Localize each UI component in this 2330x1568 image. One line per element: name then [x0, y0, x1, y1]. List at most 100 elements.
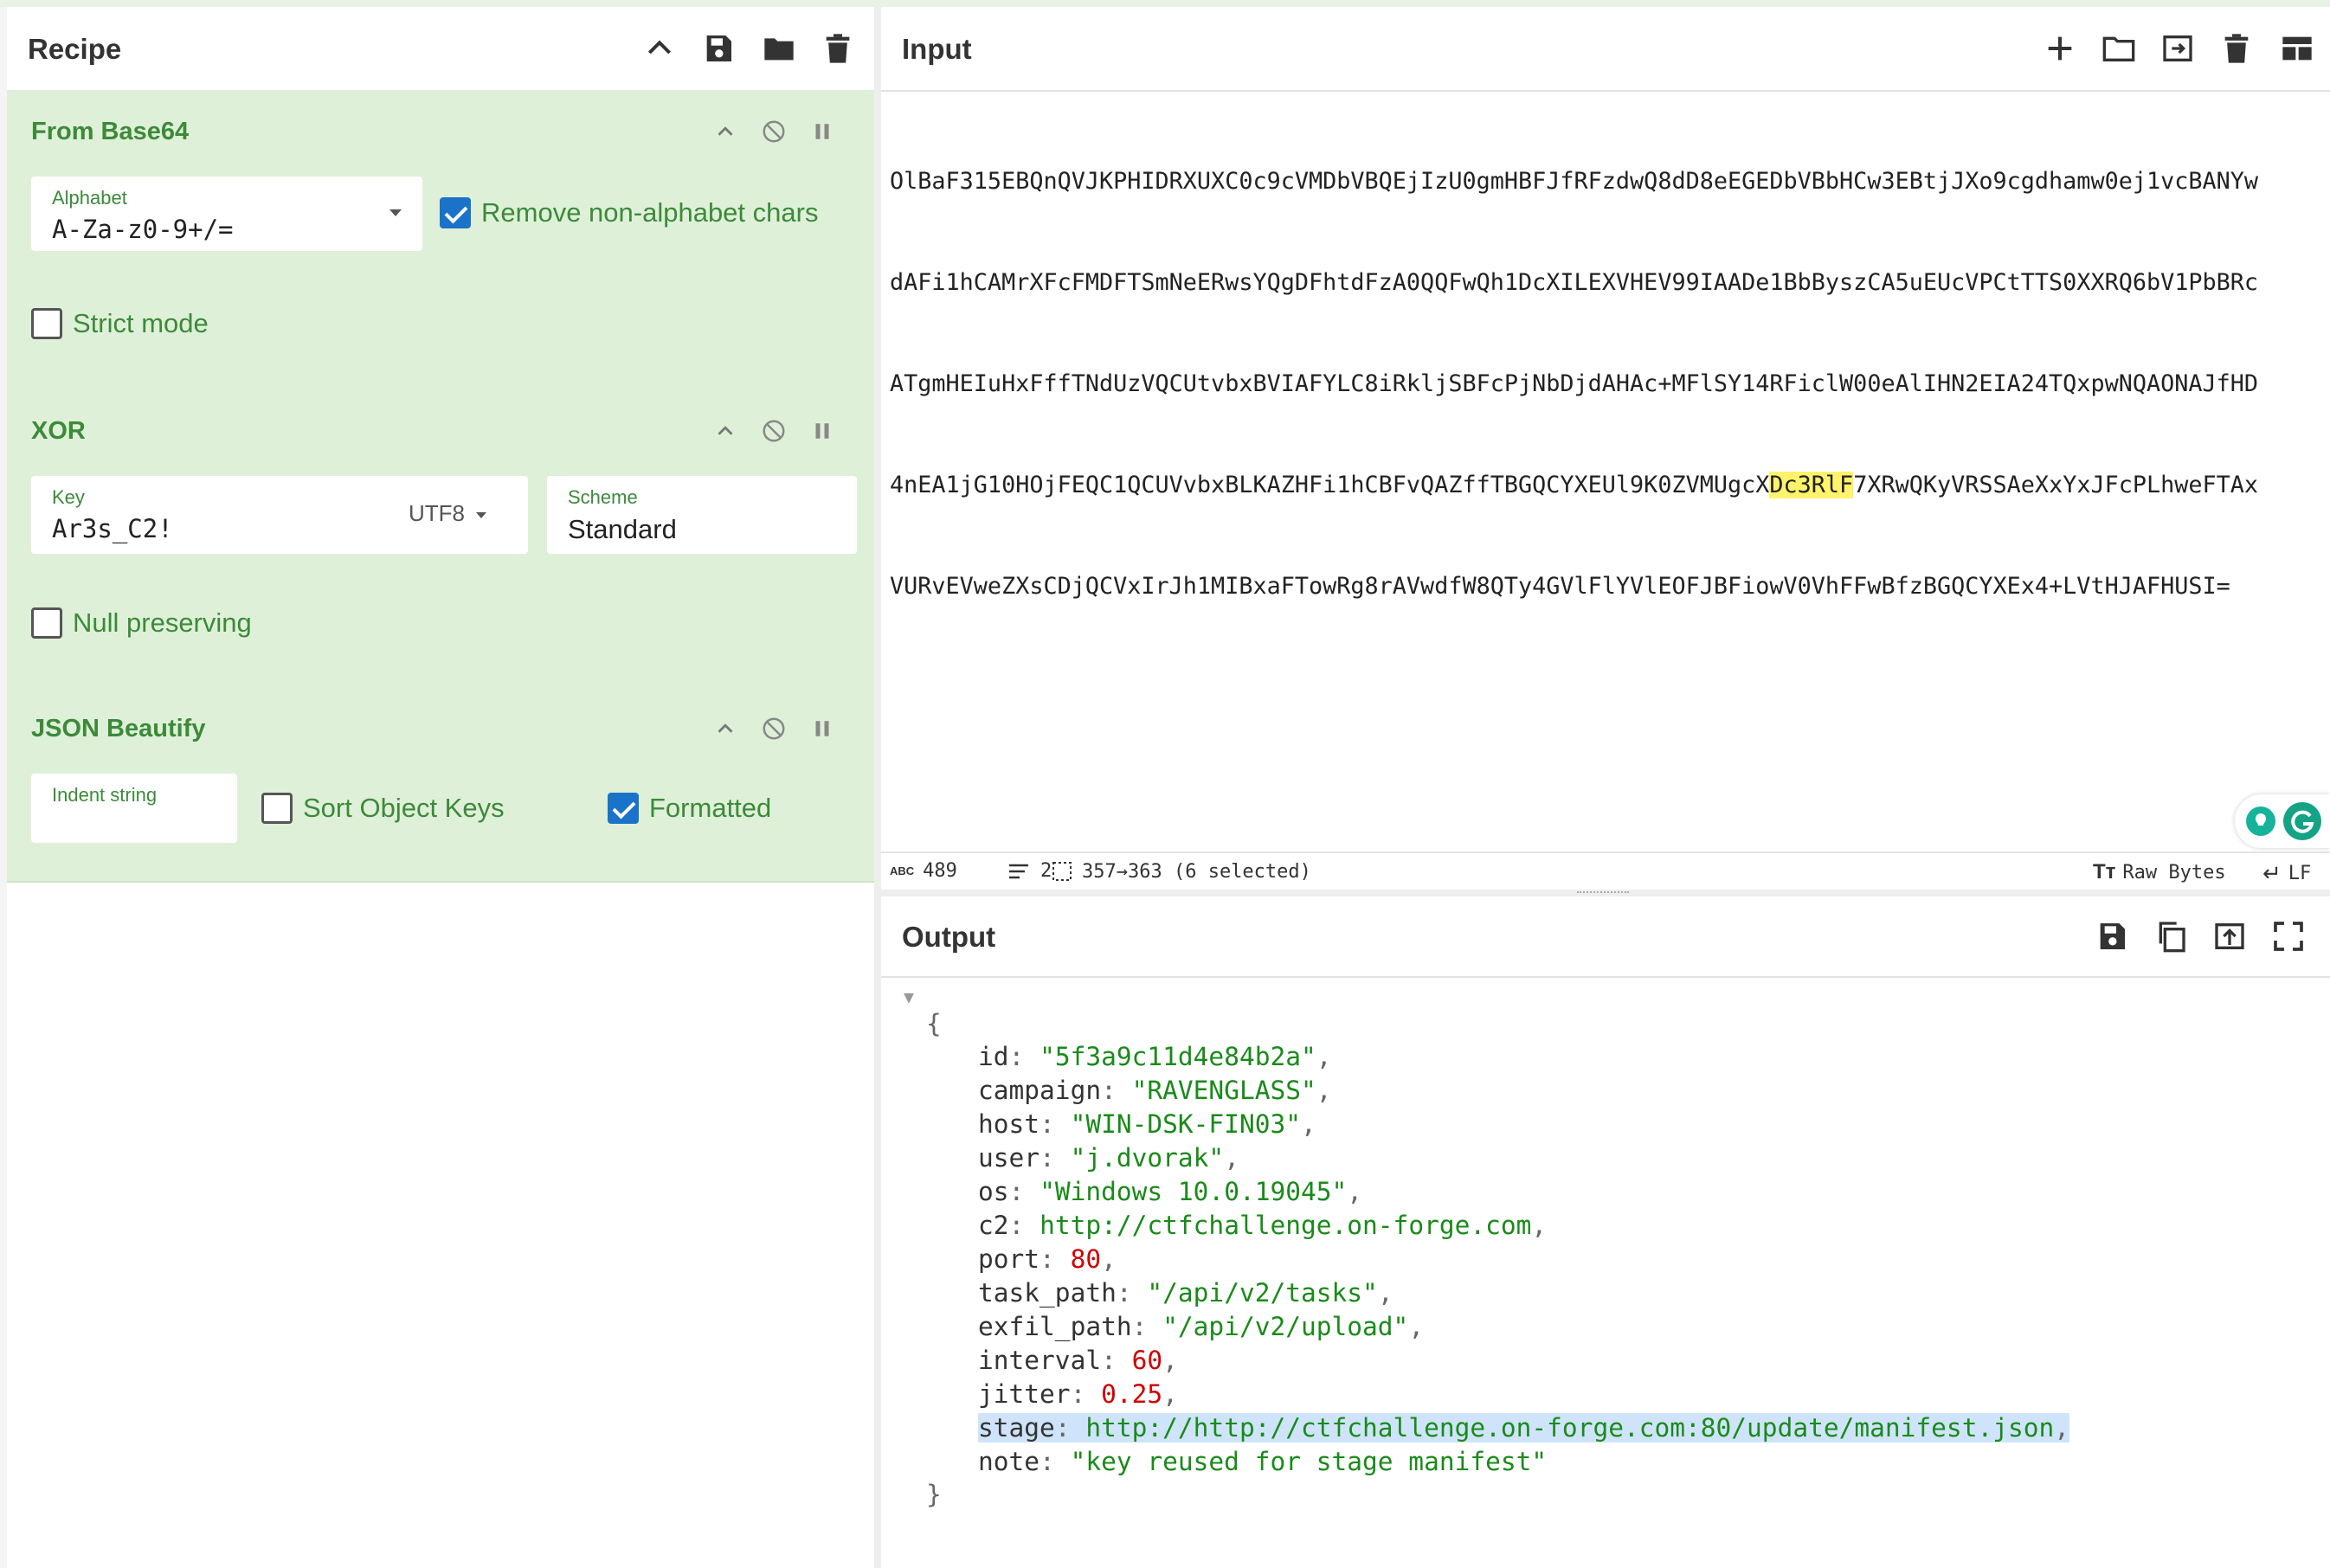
pause-icon[interactable]: [805, 414, 840, 448]
checkbox-unchecked-icon: [31, 308, 62, 339]
trash-icon[interactable]: [2214, 26, 2259, 71]
folder-icon[interactable]: [2096, 26, 2141, 71]
strict-mode-checkbox[interactable]: Strict mode: [31, 308, 209, 339]
indent-string-input[interactable]: Indent string: [31, 774, 237, 843]
json-row-task-path: task_path: "/api/v2/tasks",: [978, 1278, 1393, 1308]
json-row-stage-selected: stage: http://http://ctfchallenge.on-for…: [978, 1413, 2070, 1443]
panel-divider[interactable]: [874, 7, 881, 1568]
key-label: Key: [52, 486, 85, 508]
abc-icon: ABC: [890, 864, 915, 877]
layout-icon[interactable]: [2275, 26, 2320, 71]
alphabet-select[interactable]: Alphabet A-Za-z0-9+/=: [31, 177, 422, 251]
replace-input-icon[interactable]: [2207, 914, 2252, 959]
pause-icon[interactable]: [805, 114, 840, 149]
input-line: 4nEA1jG10HOjFEQC1QCUVvbxBLKAZHFi1hCBFvQA…: [890, 468, 2327, 502]
input-line: VURvEVweZXsCDjQCVxIrJh1MIBxaFTowRg8rAVwd…: [890, 573, 2230, 600]
key-encoding-label: UTF8: [409, 500, 465, 526]
return-icon: ↵: [2262, 860, 2282, 886]
length-indicator: ABC 489: [890, 860, 957, 882]
selection-indicator: 357→363 (6 selected): [1051, 860, 1311, 883]
strict-mode-label: Strict mode: [73, 308, 209, 338]
input-line-text: 7XRwQKyVRSSAeXxYxJFcPLhweFTAx: [1853, 472, 2259, 498]
grammarly-icon: [2283, 802, 2321, 840]
disable-icon[interactable]: [756, 711, 791, 746]
output-title: Output: [902, 921, 996, 953]
input-title: Input: [902, 33, 972, 65]
json-row-id: id: "5f3a9c11d4e84b2a",: [978, 1042, 1332, 1071]
formatted-checkbox[interactable]: Formatted: [608, 793, 771, 824]
remove-non-alphabet-checkbox[interactable]: Remove non-alphabet chars: [440, 197, 818, 228]
input-line: ATgmHEIuHxFffTNdUzVQCUtvbxBVIAFYLC8iRklj…: [890, 370, 2259, 397]
formatted-label: Formatted: [649, 793, 772, 823]
xor-key-input[interactable]: Key Ar3s_C2! UTF8: [31, 476, 528, 554]
operation-title: XOR: [31, 417, 86, 445]
output-content[interactable]: ▼ { id: "5f3a9c11d4e84b2a", campaign: "R…: [881, 978, 2330, 1568]
import-icon[interactable]: [2155, 26, 2200, 71]
collapse-icon[interactable]: [708, 414, 743, 448]
json-close-brace: }: [926, 1480, 942, 1509]
input-header: Input: [881, 7, 2330, 92]
input-line: OlBaF315EBQnQVJKPHIDRXUXC0c9cVMDbVBQEjIz…: [890, 168, 2259, 195]
input-highlight: Dc3RlF: [1769, 472, 1854, 498]
alphabet-value: A-Za-z0-9+/=: [52, 215, 234, 244]
input-line-text: 4nEA1jG10HOjFEQC1QCUVvbxBLKAZHFi1hCBFvQA…: [890, 472, 1770, 498]
eol-selector[interactable]: ↵ LF: [2262, 860, 2311, 887]
grammarly-widget[interactable]: [2235, 794, 2330, 848]
save-icon[interactable]: [696, 26, 741, 71]
recipe-header: Recipe: [7, 7, 874, 92]
input-textarea[interactable]: OlBaF315EBQnQVJKPHIDRXUXC0c9cVMDbVBQEjIz…: [890, 97, 2327, 671]
lines-icon: [1009, 864, 1028, 878]
plus-icon[interactable]: [2037, 26, 2082, 71]
output-header: Output: [881, 896, 2330, 978]
save-icon[interactable]: [2089, 914, 2134, 959]
input-status-bar: ABC 489 2 357→363 (6 selected) Tт Raw By…: [881, 851, 2330, 891]
trash-icon[interactable]: [815, 26, 860, 71]
encoding-selector[interactable]: Tт Raw Bytes: [2093, 860, 2226, 884]
operation-title: From Base64: [31, 118, 190, 145]
key-value: Ar3s_C2!: [52, 514, 173, 543]
input-line: dAFi1hCAMrXFcFMDFTSmNeERwsYQgDFhtdFzA0QQ…: [890, 269, 2259, 296]
selection-value: 357→363 (6 selected): [1082, 860, 1311, 883]
eol-value: LF: [2288, 863, 2312, 884]
json-row-interval: interval: 60,: [978, 1346, 1178, 1375]
copy-icon[interactable]: [2148, 914, 2193, 959]
recipe-left-edge: [0, 7, 7, 1568]
indent-label: Indent string: [52, 784, 158, 806]
input-panel: Input OlBaF315EBQnQVJKPHIDRXUXC0c9cVMDbV…: [881, 7, 2330, 891]
folder-icon[interactable]: [756, 26, 801, 71]
disable-icon[interactable]: [756, 414, 791, 448]
selection-icon: [1052, 862, 1072, 881]
disable-icon[interactable]: [756, 114, 791, 149]
operation-from-base64: From Base64 Alphabet A-Za-z0-9+/= Remove…: [7, 90, 874, 391]
remove-non-alphabet-label: Remove non-alphabet chars: [481, 197, 819, 228]
pause-icon[interactable]: [805, 711, 840, 746]
top-accent-strip: [0, 0, 2330, 7]
key-encoding-dropdown[interactable]: UTF8: [409, 500, 487, 527]
chevron-up-icon[interactable]: [637, 26, 682, 71]
xor-scheme-select[interactable]: Scheme Standard: [547, 476, 857, 554]
checkbox-checked-icon: [608, 793, 639, 824]
json-row-host: host: "WIN-DSK-FIN03",: [978, 1109, 1316, 1139]
recipe-panel: Recipe From Base64 Alphabet A-Za-z0-9+/=: [0, 7, 874, 1568]
json-row-c2: c2: http://ctfchallenge.on-forge.com,: [978, 1211, 1548, 1240]
collapse-triangle-icon[interactable]: ▼: [904, 986, 914, 1007]
operation-json-beautify: JSON Beautify Indent string Sort Object …: [7, 687, 874, 883]
null-preserving-checkbox[interactable]: Null preserving: [31, 607, 252, 639]
sort-object-keys-checkbox[interactable]: Sort Object Keys: [261, 793, 505, 824]
json-row-user: user: "j.dvorak",: [978, 1143, 1239, 1173]
length-value: 489: [923, 860, 957, 882]
output-panel: Output ▼ { id: "5f3a9c11d4e84b2a", campa…: [881, 896, 2330, 1568]
json-row-campaign: campaign: "RAVENGLASS",: [978, 1076, 1332, 1105]
checkbox-checked-icon: [440, 197, 471, 228]
json-row-port: port: 80,: [978, 1244, 1117, 1274]
json-row-os: os: "Windows 10.0.19045",: [978, 1177, 1363, 1206]
maximize-icon[interactable]: [2266, 914, 2311, 959]
dropdown-caret-icon: [476, 511, 487, 518]
checkbox-unchecked-icon: [261, 793, 293, 824]
collapse-icon[interactable]: [708, 711, 743, 746]
collapse-icon[interactable]: [708, 114, 743, 149]
alphabet-label: Alphabet: [52, 187, 127, 209]
encoding-value: Raw Bytes: [2122, 861, 2226, 884]
operation-title: JSON Beautify: [31, 715, 206, 742]
lines-indicator: 2: [1007, 860, 1052, 882]
